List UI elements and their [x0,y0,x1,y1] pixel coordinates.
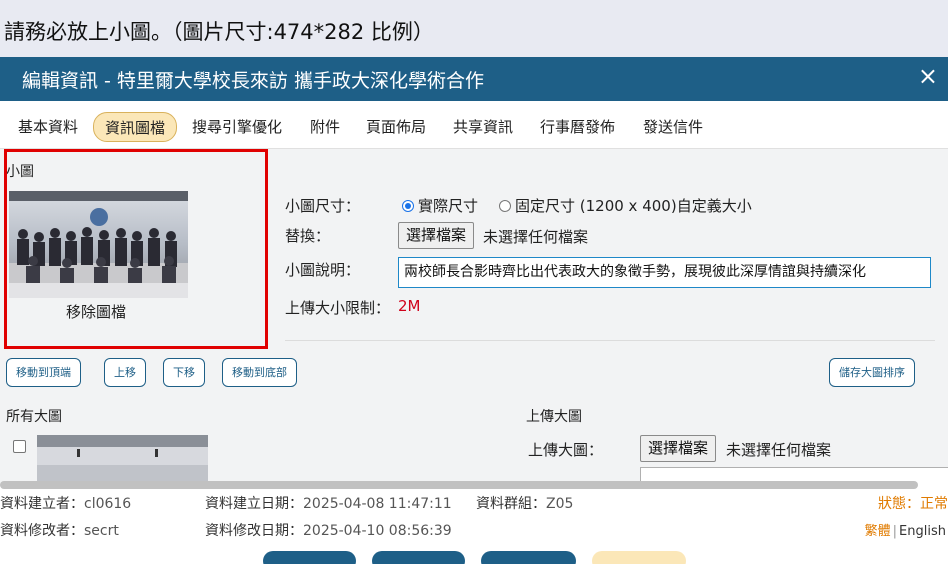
action-button-3[interactable] [481,551,576,564]
small-image-size-label: 小圖尺寸： [285,197,361,215]
size-option-actual[interactable]: 實際尺寸 [402,195,478,216]
photo-icon [37,435,208,483]
tab-attachments[interactable]: 附件 [310,112,340,142]
upload-limit-label: 上傳大小限制： [285,299,391,317]
tab-seo[interactable]: 搜尋引擎優化 [192,112,282,142]
horizontal-scrollbar[interactable] [0,481,918,489]
action-button-2[interactable] [372,551,465,564]
modifier-info: 資料修改者：secrt [0,523,119,539]
move-down-button[interactable]: 下移 [163,358,205,387]
radio-empty-icon[interactable] [499,200,511,212]
tab-basic[interactable]: 基本資料 [18,112,78,142]
tab-bar: 基本資料 資訊圖檔 搜尋引擎優化 附件 頁面佈局 共享資訊 行事曆發佈 發送信件 [0,101,948,149]
large-image-checkbox[interactable] [13,440,26,453]
group-info: 資料群組：Z05 [476,496,574,512]
large-no-file-text: 未選擇任何檔案 [726,441,832,459]
no-file-text: 未選擇任何檔案 [483,228,589,246]
save-order-button[interactable]: 儲存大圖排序 [829,358,915,387]
tab-images[interactable]: 資訊圖檔 [93,112,178,142]
action-button-4[interactable] [592,551,686,564]
move-bottom-button[interactable]: 移動到底部 [222,358,297,387]
choose-large-file-button[interactable]: 選擇檔案 [640,435,717,462]
divider [285,340,935,341]
small-image-desc-label: 小圖說明： [285,261,361,279]
action-button-1[interactable] [263,551,356,564]
modified-date-info: 資料修改日期：2025-04-10 08:56:39 [205,523,452,539]
close-icon[interactable]: × [918,60,938,92]
all-large-images-label: 所有大圖 [6,409,62,425]
dialog-titlebar: 編輯資訊 - 特里爾大學校長來訪 攜手政大深化學術合作 × [0,57,948,101]
lang-english-link[interactable]: English [899,524,946,539]
upload-limit-value: 2M [398,297,421,315]
tab-calendar[interactable]: 行事曆發佈 [540,112,615,142]
instruction-text: 請務必放上小圖。（圖片尺寸:474*282 比例） [4,20,434,44]
small-image-highlight [4,149,268,349]
choose-file-button[interactable]: 選擇檔案 [398,222,475,249]
tab-layout[interactable]: 頁面佈局 [366,112,426,142]
upload-large-section-label: 上傳大圖 [526,409,582,425]
move-up-button[interactable]: 上移 [104,358,146,387]
replace-label: 替換： [285,227,331,245]
tab-share[interactable]: 共享資訊 [453,112,513,142]
status-badge: 狀態：正常 [878,496,948,512]
lang-traditional-link[interactable]: 繁體 [865,524,891,539]
tab-email[interactable]: 發送信件 [643,112,703,142]
images-panel: 小圖 移除圖檔 小圖尺寸： 實際尺寸 固定尺寸 (1200 x 400)自定義大… [0,149,948,483]
small-image-desc-input[interactable]: 兩校師長合影時齊比出代表政大的象徵手勢，展現彼此深厚情誼與持續深化 [398,257,931,288]
size-option-fixed[interactable]: 固定尺寸 (1200 x 400)自定義大小 [499,195,752,216]
move-top-button[interactable]: 移動到頂端 [6,358,81,387]
record-footer: 資料建立者：cl0616 資料建立日期：2025-04-08 11:47:11 … [0,489,948,564]
language-switcher: 繁體 | English [864,524,946,539]
dialog-title: 編輯資訊 - 特里爾大學校長來訪 攜手政大深化學術合作 [22,70,484,92]
instruction-banner: 請務必放上小圖。（圖片尺寸:474*282 比例） [0,0,948,57]
created-date-info: 資料建立日期：2025-04-08 11:47:11 [205,496,452,512]
radio-selected-icon[interactable] [402,200,414,212]
creator-info: 資料建立者：cl0616 [0,496,132,512]
large-image-thumbnail [37,435,208,483]
upload-large-label: 上傳大圖： [528,441,604,459]
